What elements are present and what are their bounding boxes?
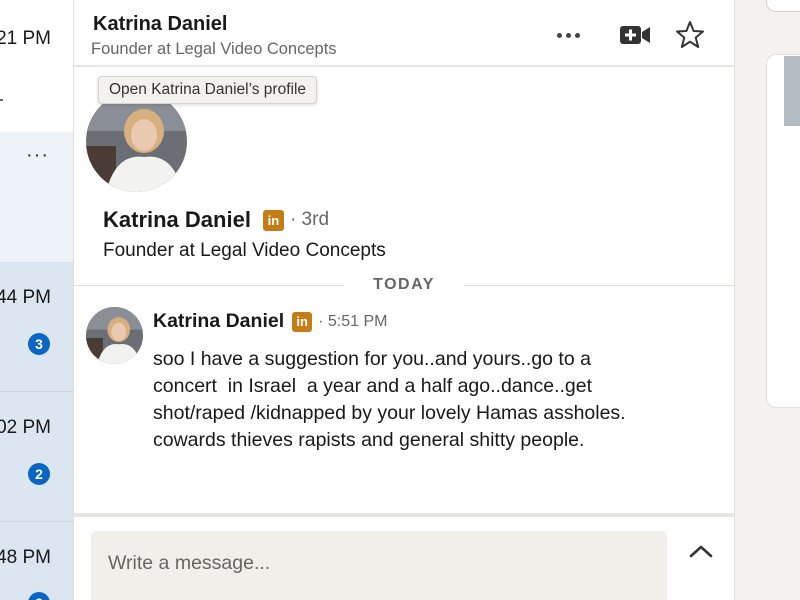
conversation-list: 21 PM ··· 44 PM 3 02 PM 2 48 PM 2 xyxy=(0,0,74,600)
message-input[interactable]: Write a message... xyxy=(91,531,667,600)
conversation-time: 21 PM xyxy=(0,28,51,49)
header-subtitle: Founder at Legal Video Concepts xyxy=(91,40,337,58)
conversation-item[interactable]: 21 PM xyxy=(0,0,73,132)
avatar-photo xyxy=(86,91,187,192)
connection-degree: · 3rd xyxy=(289,209,330,230)
message-time: · 5:51 PM xyxy=(318,312,388,330)
conversation-item[interactable]: 02 PM 2 xyxy=(0,392,73,522)
avatar-photo xyxy=(86,307,143,364)
conversation-item[interactable]: 44 PM 3 xyxy=(0,262,73,392)
conversation-time: 02 PM xyxy=(0,417,51,438)
linkedin-premium-icon: in xyxy=(292,311,313,332)
conversation-item[interactable]: ··· xyxy=(0,132,73,262)
right-panel-image xyxy=(784,56,800,126)
message-line: concert in Israel a year and a half ago.… xyxy=(153,375,593,397)
star-icon[interactable] xyxy=(674,19,706,51)
profile-title: Founder at Legal Video Concepts xyxy=(103,240,386,261)
message-line: soo I have a suggestion for you..and you… xyxy=(153,348,591,370)
header-name[interactable]: Katrina Daniel xyxy=(93,13,227,36)
more-options-icon[interactable] xyxy=(557,25,593,45)
chat-panel: Katrina Daniel Founder at Legal Video Co… xyxy=(74,0,735,600)
compose-separator xyxy=(74,513,734,517)
message-body: soo I have a suggestion for you..and you… xyxy=(153,346,713,454)
date-divider-label: TODAY xyxy=(344,276,464,294)
unread-badge: 3 xyxy=(28,333,50,355)
conversation-item[interactable]: 48 PM 2 xyxy=(0,522,73,600)
divider-mark xyxy=(0,99,3,101)
linkedin-premium-icon: in xyxy=(262,209,284,231)
message-avatar[interactable] xyxy=(86,307,143,364)
profile-avatar[interactable] xyxy=(86,91,187,192)
message-header: Katrina Daniel in · 5:51 PM xyxy=(153,310,387,333)
message-line: shot/raped /kidnapped by your lovely Ham… xyxy=(153,402,626,424)
unread-badge: 2 xyxy=(28,463,50,485)
right-panel-card xyxy=(766,0,800,12)
profile-name-row: Katrina Daniel in · 3rd xyxy=(103,207,329,233)
chat-header: Katrina Daniel Founder at Legal Video Co… xyxy=(74,0,734,67)
unread-badge: 2 xyxy=(28,592,50,600)
message-input-placeholder: Write a message... xyxy=(108,552,271,574)
conversation-time: 44 PM xyxy=(0,287,51,308)
video-call-icon[interactable] xyxy=(619,22,651,48)
profile-tooltip: Open Katrina Daniel’s profile xyxy=(98,76,318,104)
more-icon[interactable]: ··· xyxy=(26,145,49,165)
profile-name[interactable]: Katrina Daniel xyxy=(103,207,251,233)
chevron-up-icon[interactable] xyxy=(688,540,714,562)
conversation-time: 48 PM xyxy=(0,547,51,568)
message-sender[interactable]: Katrina Daniel xyxy=(153,310,284,333)
message-line: cowards thieves rapists and general shit… xyxy=(153,429,585,451)
